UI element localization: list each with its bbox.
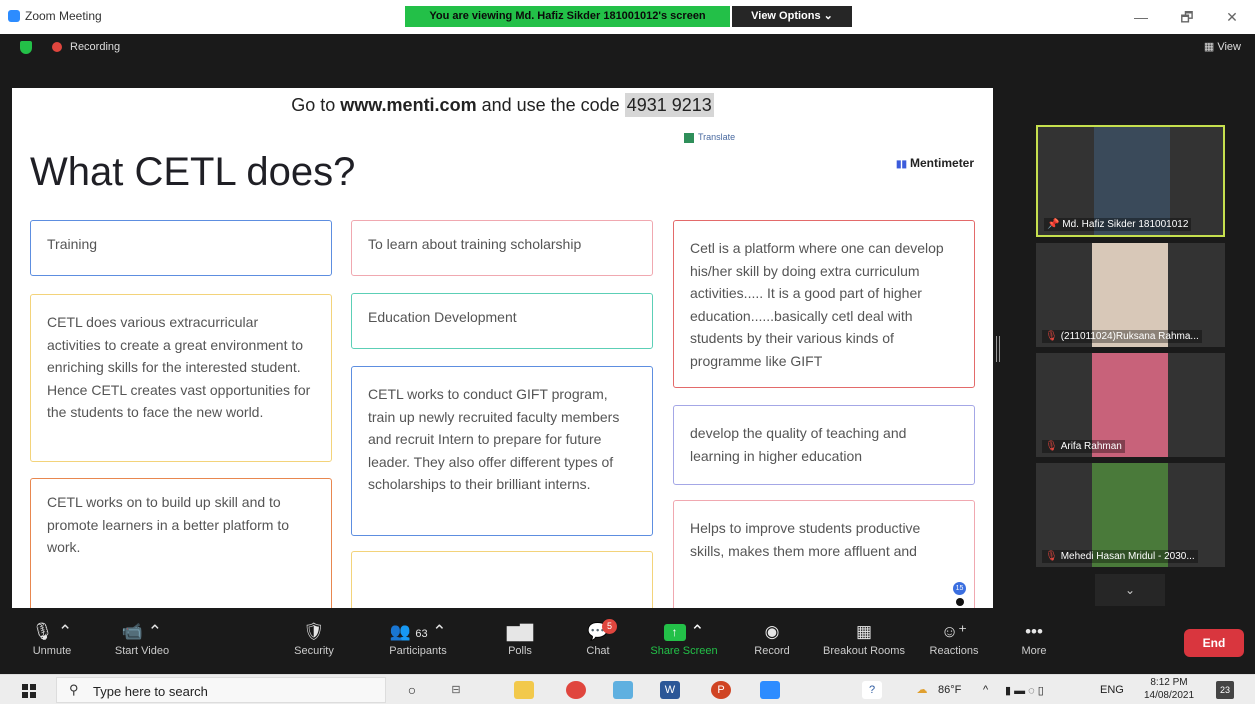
chrome-icon[interactable] bbox=[566, 681, 586, 699]
tray-icons: ▮ ▬ ◌ ▯ bbox=[1005, 685, 1044, 697]
close-button[interactable]: ✕ bbox=[1217, 6, 1247, 28]
title-bar: Zoom Meeting You are viewing Md. Hafiz S… bbox=[0, 0, 1255, 34]
notification-icon[interactable]: 23 bbox=[1216, 681, 1234, 699]
record-button[interactable]: ◉ Record bbox=[732, 617, 812, 669]
more-button[interactable]: ••• More bbox=[994, 617, 1074, 669]
weather-icon: ☁ bbox=[916, 684, 928, 696]
audience-icon bbox=[956, 598, 964, 606]
participant-tile[interactable]: 🎙 Mehedi Hasan Mridul - 2030... bbox=[1036, 463, 1225, 567]
muted-mic-icon: 🎙 bbox=[1045, 331, 1058, 342]
chat-icon: 💬 bbox=[587, 622, 609, 641]
shield-icon: 🛡 bbox=[303, 622, 325, 641]
share-screen-button[interactable]: ↑ ⌃ Share Screen bbox=[644, 617, 724, 669]
view-options-button[interactable]: View Options ⌄ bbox=[732, 6, 852, 27]
help-icon[interactable]: ? bbox=[862, 681, 882, 699]
zoom-app-icon bbox=[8, 10, 20, 22]
participant-name: 🎙 Arifa Rahman bbox=[1042, 440, 1125, 453]
mentimeter-bars-icon: ▮▮ bbox=[896, 159, 908, 170]
translate-button[interactable]: Translate bbox=[684, 132, 735, 143]
more-icon: ••• bbox=[1025, 622, 1043, 641]
breakout-rooms-icon: ▦ bbox=[855, 622, 873, 641]
response-card: Helps to improve students productive ski… bbox=[673, 500, 975, 608]
reactions-icon: ☺⁺ bbox=[940, 622, 968, 641]
file-explorer-icon[interactable] bbox=[514, 681, 534, 699]
video-off-icon: 📹 ⌃ bbox=[121, 622, 163, 641]
participants-icon: 👥 63 ⌃ bbox=[389, 622, 447, 641]
security-shield-icon[interactable] bbox=[20, 41, 32, 54]
clock-date: 14/08/2021 bbox=[1143, 690, 1195, 701]
start-video-button[interactable]: 📹 ⌃ Start Video bbox=[102, 617, 182, 669]
reactions-button[interactable]: ☺⁺ Reactions bbox=[914, 617, 994, 669]
response-card: To learn about training scholarship bbox=[351, 220, 653, 276]
response-card bbox=[351, 551, 653, 608]
windows-start-icon[interactable] bbox=[22, 684, 36, 698]
response-card: Cetl is a platform where one can develop… bbox=[673, 220, 975, 388]
end-meeting-button[interactable]: End bbox=[1184, 629, 1244, 657]
photos-app-icon[interactable] bbox=[613, 681, 633, 699]
participant-tile[interactable]: 🎙 (211011024)Ruksana Rahma... bbox=[1036, 243, 1225, 347]
mic-muted-icon: 🎙 ⌃ bbox=[31, 622, 73, 641]
participant-name: 🎙 (211011024)Ruksana Rahma... bbox=[1042, 330, 1202, 343]
participant-tile[interactable]: 🎙 Arifa Rahman bbox=[1036, 353, 1225, 457]
view-button[interactable]: ▦ View bbox=[1204, 40, 1241, 53]
menti-instructions: Go to www.menti.com and use the code 493… bbox=[291, 93, 714, 117]
window-title: Zoom Meeting bbox=[25, 9, 102, 23]
muted-mic-icon: 🎙 bbox=[1045, 441, 1058, 452]
scroll-down-button[interactable]: ⌄ bbox=[1095, 574, 1165, 606]
participant-name: 🎙 Mehedi Hasan Mridul - 2030... bbox=[1042, 550, 1198, 563]
breakout-rooms-button[interactable]: ▦ Breakout Rooms bbox=[818, 617, 910, 669]
maximize-button[interactable]: 🗗 bbox=[1172, 6, 1202, 28]
polls-icon: ▆▇ bbox=[506, 622, 534, 641]
meeting-toolbar: 🎙 ⌃ Unmute 📹 ⌃ Start Video 🛡 Security 👥 63 … bbox=[0, 617, 1255, 669]
unmute-button[interactable]: 🎙 ⌃ Unmute bbox=[12, 617, 92, 669]
chat-button[interactable]: 💬 5 Chat bbox=[558, 617, 638, 669]
language-indicator[interactable]: ENG bbox=[1100, 684, 1124, 696]
pin-icon: 📌 bbox=[1047, 219, 1063, 230]
clock-time: 8:12 PM bbox=[1150, 677, 1188, 688]
minimize-button[interactable]: — bbox=[1126, 6, 1156, 28]
menti-code: 4931 9213 bbox=[624, 93, 714, 117]
taskbar-search[interactable]: ⚲ Type here to search bbox=[56, 677, 386, 703]
viewing-banner: You are viewing Md. Hafiz Sikder 1810010… bbox=[405, 6, 730, 27]
search-placeholder: Type here to search bbox=[93, 684, 208, 699]
task-view-icon[interactable]: ⊟ bbox=[446, 681, 466, 699]
panel-resize-handle[interactable] bbox=[996, 336, 1000, 362]
response-card: develop the quality of teaching and lear… bbox=[673, 405, 975, 485]
response-card: Education Development bbox=[351, 293, 653, 349]
windows-taskbar: ⚲ Type here to search ○ ⊟ W P ? ☁ 86°F ^… bbox=[0, 674, 1255, 704]
audience-count-badge: 15 bbox=[953, 582, 966, 595]
slide-title: What CETL does? bbox=[30, 150, 356, 194]
powerpoint-icon[interactable]: P bbox=[711, 681, 731, 699]
record-icon: ◉ bbox=[764, 622, 780, 641]
grid-icon: ▦ bbox=[1203, 41, 1218, 53]
zoom-taskbar-icon[interactable] bbox=[760, 681, 780, 699]
word-icon[interactable]: W bbox=[660, 681, 680, 699]
chevron-down-icon: ⌄ bbox=[1124, 583, 1136, 597]
polls-button[interactable]: ▆▇ Polls bbox=[480, 617, 560, 669]
cortana-icon[interactable]: ○ bbox=[402, 681, 422, 699]
shared-screen: Go to www.menti.com and use the code 493… bbox=[12, 88, 993, 608]
participant-name: 📌 Md. Hafiz Sikder 181001012 bbox=[1044, 218, 1192, 231]
recording-icon bbox=[52, 42, 62, 52]
participants-button[interactable]: 👥 63 ⌃ Participants bbox=[378, 617, 458, 669]
response-card: CETL works on to build up skill and to p… bbox=[30, 478, 332, 608]
menti-url: www.menti.com bbox=[340, 95, 477, 115]
participant-tile[interactable]: 📌 Md. Hafiz Sikder 181001012 bbox=[1036, 125, 1225, 237]
search-icon: ⚲ bbox=[69, 682, 79, 697]
response-card: CETL does various extracurricular activi… bbox=[30, 294, 332, 462]
meeting-top-bar: Recording ▦ View bbox=[0, 34, 1255, 60]
translate-icon bbox=[684, 132, 694, 143]
weather-temp: 86°F bbox=[938, 684, 962, 696]
recording-label: Recording bbox=[70, 41, 121, 53]
response-card: Training bbox=[30, 220, 332, 276]
taskbar-clock[interactable]: 8:12 PM 14/08/2021 bbox=[1134, 676, 1204, 702]
tray-expand-icon[interactable]: ^ bbox=[983, 684, 988, 696]
share-screen-icon: ↑ ⌃ bbox=[644, 617, 724, 645]
security-button[interactable]: 🛡 Security bbox=[274, 617, 354, 669]
mentimeter-logo: ▮▮ Mentimeter bbox=[896, 156, 975, 170]
muted-mic-icon: 🎙 bbox=[1045, 551, 1058, 562]
chat-badge: 5 bbox=[602, 619, 617, 634]
response-card: CETL works to conduct GIFT program, trai… bbox=[351, 366, 653, 536]
